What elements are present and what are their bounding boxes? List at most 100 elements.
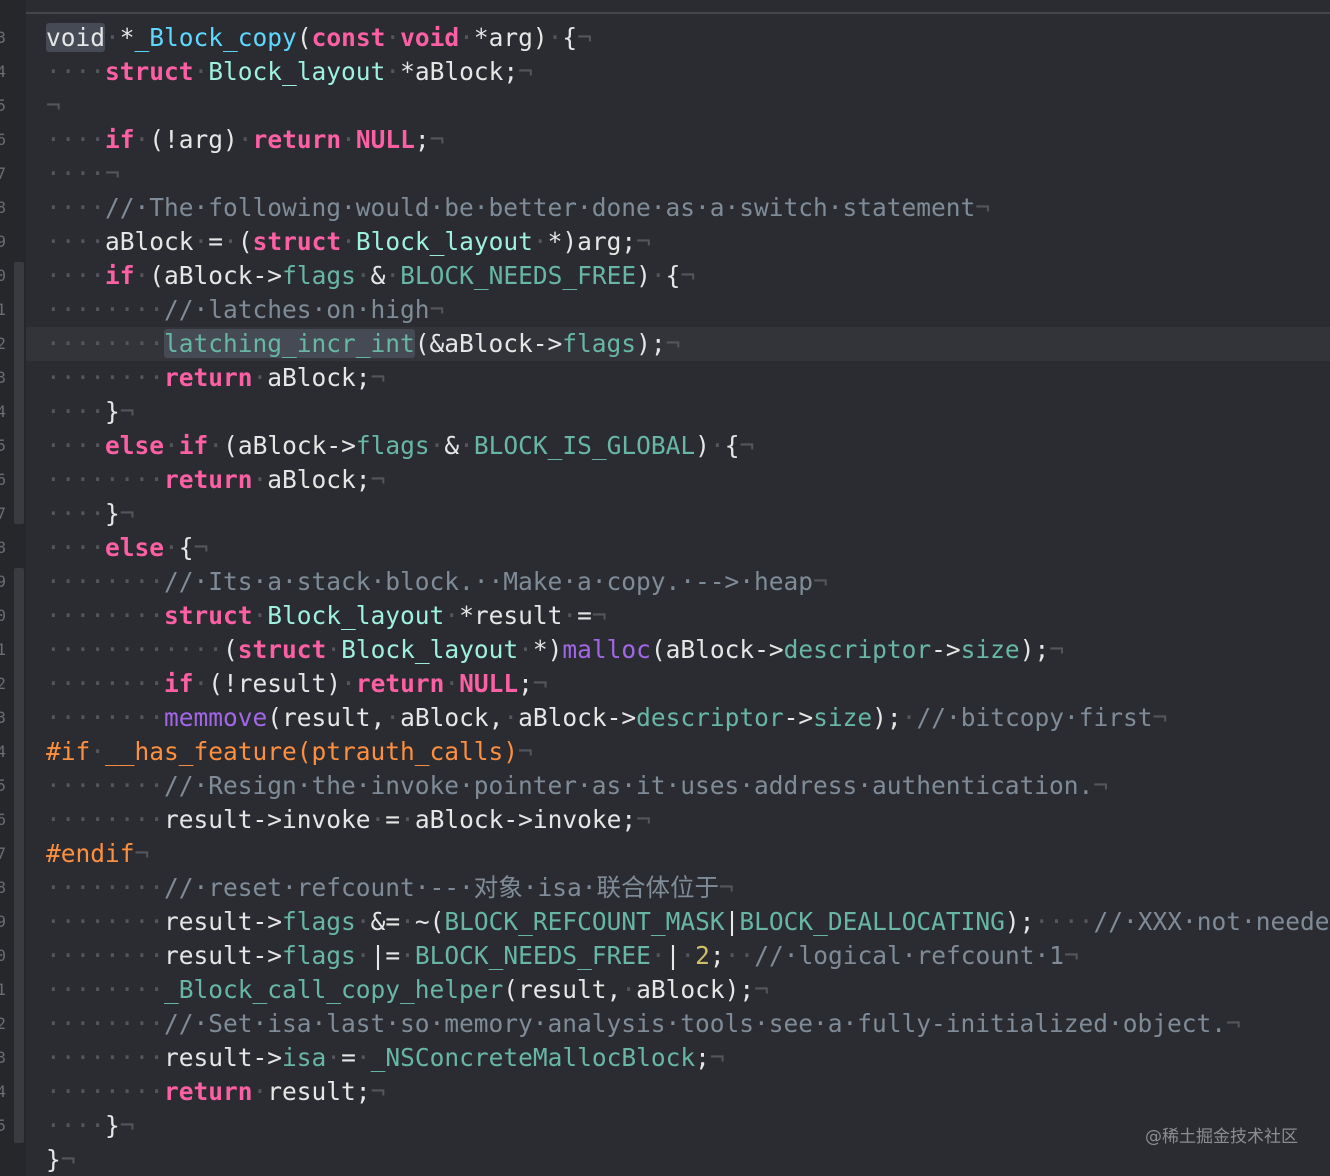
code-line[interactable]: ····aBlock·=·(struct·Block_layout·*)arg;… [46,225,1330,259]
line-number: 3 [0,1048,6,1067]
line-number: 0 [0,946,6,965]
invisible-char: ¬ [1093,771,1109,800]
code-line[interactable]: ········//·Set·isa·last·so·memory·analys… [46,1007,1330,1041]
code-token: BLOCK_IS_GLOBAL [473,431,696,460]
code-token: result-> [164,907,283,936]
code-line[interactable]: ····}¬ [46,1109,1330,1143]
code-line[interactable]: ········//·reset·refcount·--·对象·isa·联合体位… [46,871,1330,905]
line-number: 5 [0,96,6,115]
code-line[interactable]: ········memmove(result,·aBlock,·aBlock->… [46,701,1330,735]
code-line[interactable]: #endif¬ [46,837,1330,871]
code-token: Block_layout [355,227,533,256]
code-line[interactable]: ····if·(!arg)·return·NULL;¬ [46,123,1330,157]
code-line[interactable]: ········//·Resign·the·invoke·pointer·as·… [46,769,1330,803]
invisible-char: · [193,669,209,698]
invisible-char: ···· [46,499,106,528]
code-token: //·Set·isa·last·so·memory·analysis·tools… [164,1009,1227,1038]
invisible-char: · [223,227,238,256]
code-token: } [105,397,120,426]
code-line[interactable]: ············(struct·Block_layout·*)mallo… [46,633,1330,667]
code-line[interactable]: void·*_Block_copy(const·void·*arg)·{¬ [46,21,1330,55]
code-fold-ribbon-else[interactable] [14,568,24,1143]
current-code-line[interactable]: ········latching_incr_int(&aBlock->flags… [26,327,1330,361]
code-token: __has_feature(ptrauth_calls) [105,737,519,766]
code-token: BLOCK_NEEDS_FREE [414,941,651,970]
code-token: return [252,125,342,154]
invisible-char: · [444,601,460,630]
code-fold-ribbon[interactable] [14,262,24,524]
invisible-char: · [355,261,371,290]
code-line[interactable]: #if·__has_feature(ptrauth_calls)¬ [46,735,1330,769]
line-number: 4 [0,1082,6,1101]
code-line[interactable]: ····else·{¬ [46,531,1330,565]
code-token: size [960,635,1020,664]
invisible-char: ¬ [636,805,651,834]
code-token: &= [370,907,401,936]
invisible-char: · [252,363,268,392]
line-number: 4 [0,402,6,421]
line-number: 7 [0,164,6,183]
code-token: = [385,805,401,834]
invisible-char: ¬ [636,227,651,256]
code-token: (aBlock-> [650,635,784,664]
code-token: 2 [695,941,710,970]
code-editor[interactable]: void·*_Block_copy(const·void·*arg)·{¬ ···… [0,0,1330,1176]
code-line[interactable]: ····}¬ [46,497,1330,531]
invisible-char: · [134,125,150,154]
invisible-char: ········ [46,465,165,494]
invisible-char: ···· [46,125,106,154]
invisible-char: · [385,703,401,732]
invisible-char: ¬ [134,839,150,868]
code-line[interactable]: ····¬ [46,157,1330,191]
invisible-char: · [650,261,666,290]
code-token: result-> [164,1043,283,1072]
invisible-char: ¬ [1152,703,1168,732]
code-line[interactable]: ········if·(!result)·return·NULL;¬ [46,667,1330,701]
code-line[interactable]: ····struct·Block_layout·*aBlock;¬ [46,55,1330,89]
code-token: flags [282,941,356,970]
code-line[interactable]: ········return·aBlock;¬ [46,463,1330,497]
code-token: //·The·following·would·be·better·done·as… [105,193,976,222]
code-token: aBlock; [267,363,371,392]
invisible-char: · [341,669,356,698]
code-line[interactable]: ¬ [46,89,1330,123]
code-token: //·logical·refcount·1 [754,941,1064,970]
code-line[interactable]: ········_Block_call_copy_helper(result,·… [46,973,1330,1007]
invisible-char: · [326,635,342,664]
invisible-char: ·· [724,941,755,970]
code-line[interactable]: ····if·(aBlock->flags·&·BLOCK_NEEDS_FREE… [46,259,1330,293]
code-line[interactable]: ········result->isa·=·_NSConcreteMallocB… [46,1041,1330,1075]
code-line[interactable]: ········return·aBlock;¬ [46,361,1330,395]
code-line[interactable]: ········return·result;¬ [46,1075,1330,1109]
invisible-char: · [518,635,533,664]
invisible-char: ········ [46,907,165,936]
code-token: = [208,227,224,256]
code-line[interactable]: ····}¬ [46,395,1330,429]
code-line[interactable]: ········result->flags·|=·BLOCK_NEEDS_FRE… [46,939,1330,973]
code-line[interactable]: ········result->flags·&=·~(BLOCK_REFCOUN… [46,905,1330,939]
code-line[interactable]: ····//·The·following·would·be·better·don… [46,191,1330,225]
invisible-char: · [164,533,179,562]
invisible-char: ¬ [591,601,607,630]
code-line[interactable]: ········//·Its·a·stack·block.··Make·a·co… [46,565,1330,599]
code-token: (result, [503,975,622,1004]
code-line[interactable]: ········result->invoke·=·aBlock->invoke;… [46,803,1330,837]
code-line[interactable]: ········struct·Block_layout·*result·=¬ [46,599,1330,633]
code-token: _Block_call_copy_helper [164,975,504,1004]
code-line[interactable]: ········//·latches·on·high¬ [46,293,1330,327]
code-token: (!result) [208,669,342,698]
code-token: //·Resign·the·invoke·pointer·as·it·uses·… [164,771,1094,800]
code-line[interactable]: ····else·if·(aBlock->flags·&·BLOCK_IS_GL… [46,429,1330,463]
code-token: } [105,499,120,528]
code-token: aBlock); [636,975,755,1004]
code-token: -> [931,635,961,664]
invisible-char: · [459,431,474,460]
code-token: ~( [414,907,445,936]
code-token: BLOCK_NEEDS_FREE [400,261,637,290]
invisible-char: ¬ [532,669,548,698]
code-token: return [164,363,253,392]
code-line[interactable]: }¬ [46,1143,1330,1176]
invisible-char: ¬ [1063,941,1079,970]
invisible-char: · [562,601,578,630]
code-token: aBlock; [267,465,371,494]
